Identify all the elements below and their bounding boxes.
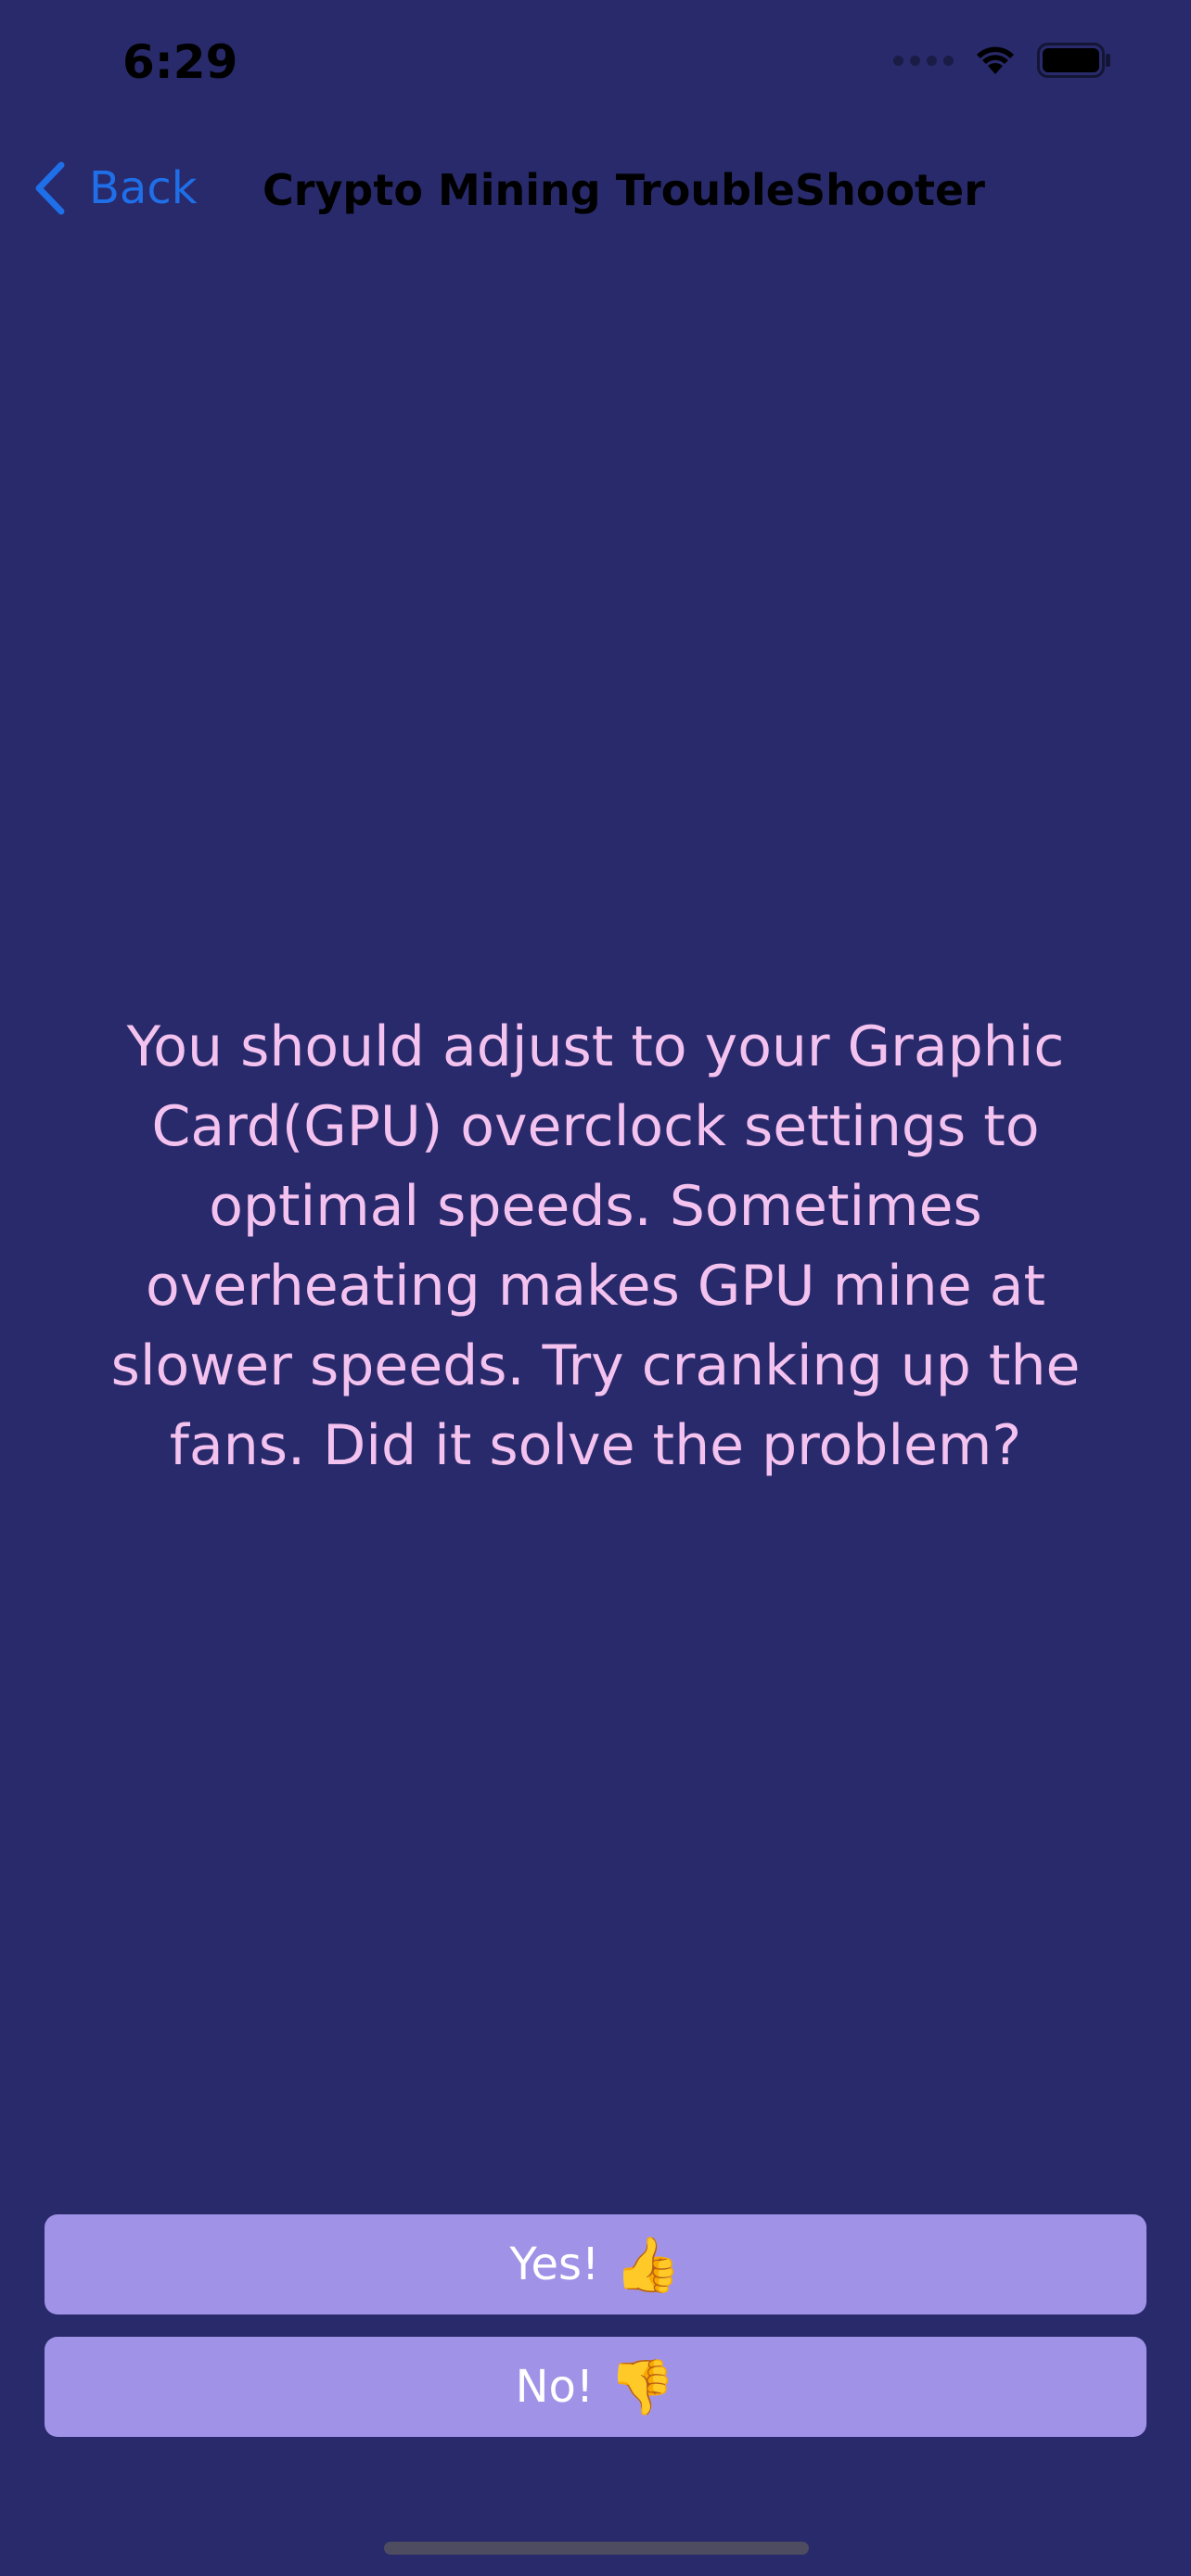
status-bar: 6:29	[0, 0, 1191, 139]
battery-icon	[1037, 43, 1110, 78]
page-title: Crypto Mining TroubleShooter	[263, 165, 985, 215]
thumbs-up-icon: 👍	[614, 2233, 682, 2296]
wifi-icon	[977, 46, 1014, 74]
home-indicator[interactable]	[384, 2542, 809, 2555]
status-icons	[893, 43, 1111, 78]
chevron-left-icon	[35, 161, 65, 215]
no-button[interactable]: No! 👎	[45, 2337, 1146, 2437]
yes-button[interactable]: Yes! 👍	[45, 2214, 1146, 2315]
cellular-signal-icon	[893, 55, 954, 66]
status-time: 6:29	[122, 35, 238, 89]
question-text: You should adjust to your Graphic Card(G…	[110, 1014, 1081, 1478]
back-label: Back	[89, 162, 198, 214]
no-label: No!	[515, 2361, 595, 2413]
back-button[interactable]: Back	[33, 161, 198, 215]
navigation-bar: Back Crypto Mining TroubleShooter	[0, 148, 1191, 237]
yes-label: Yes!	[509, 2238, 600, 2290]
thumbs-down-icon: 👎	[608, 2355, 676, 2418]
